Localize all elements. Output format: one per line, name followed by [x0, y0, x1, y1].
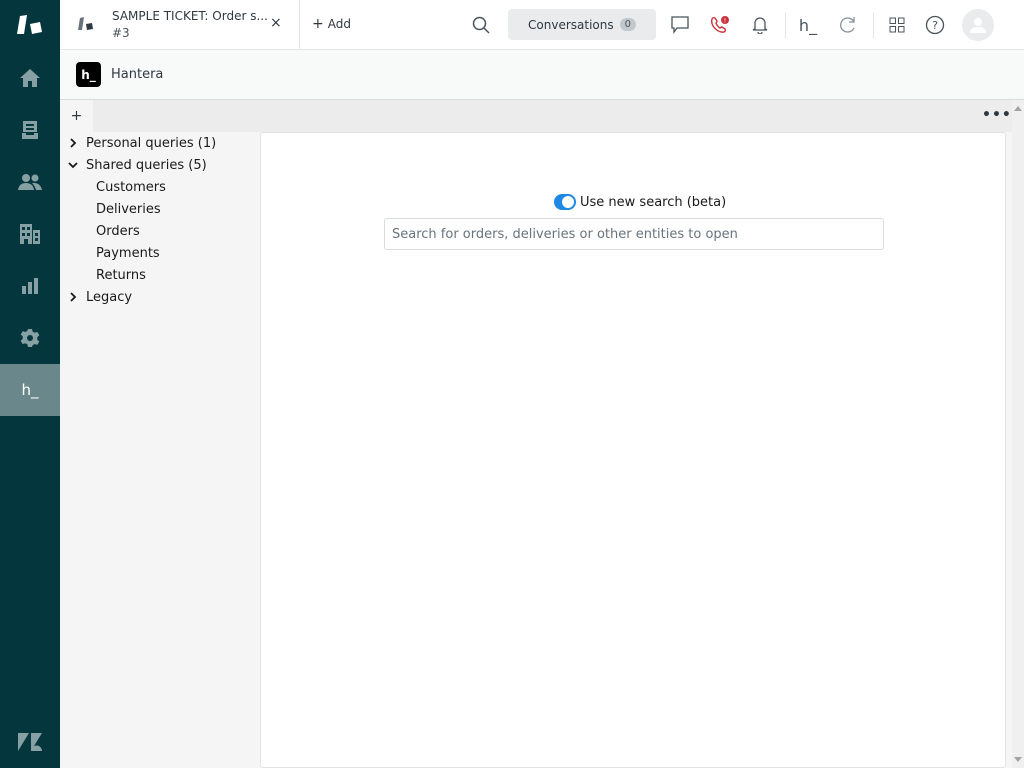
apps-button[interactable] — [884, 12, 910, 38]
help-button[interactable]: ? — [922, 12, 948, 38]
refresh-icon — [840, 17, 855, 33]
chevron-down-icon — [60, 161, 86, 169]
tree-item-customers[interactable]: Customers — [60, 176, 260, 198]
zendesk-product-logo[interactable] — [0, 0, 60, 50]
tree-item-orders[interactable]: Orders — [60, 220, 260, 242]
building-icon — [20, 224, 40, 244]
ticket-tab[interactable]: SAMPLE TICKET: Order s... #3 × — [60, 0, 300, 49]
tree-item-payments[interactable]: Payments — [60, 242, 260, 264]
chevron-right-icon — [60, 138, 86, 148]
chat-button[interactable] — [667, 12, 693, 38]
hantera-top-button[interactable]: h_ — [795, 12, 821, 38]
talk-button[interactable]: ! — [707, 12, 733, 38]
bell-icon — [752, 17, 768, 34]
gear-icon — [20, 329, 40, 347]
more-options-button[interactable]: ••• — [982, 107, 1012, 123]
workspace: + ••• Personal queries (1) Shared querie… — [60, 100, 1012, 768]
tree-item-legacy[interactable]: Legacy — [60, 286, 260, 308]
top-bar: SAMPLE TICKET: Order s... #3 × + Add Con… — [60, 0, 1024, 50]
home-icon — [20, 69, 40, 87]
rail-views[interactable] — [0, 104, 60, 156]
svg-text:?: ? — [932, 19, 938, 32]
chat-icon — [671, 16, 689, 34]
hantera-logo: h_ — [76, 62, 101, 87]
inbox-icon — [22, 121, 38, 139]
rail-home[interactable] — [0, 52, 60, 104]
query-tree: Personal queries (1) Shared queries (5) … — [60, 132, 260, 308]
ticket-icon — [78, 17, 93, 30]
notifications-button[interactable] — [747, 12, 773, 38]
hantera-icon: h_ — [21, 381, 39, 399]
tree-item-shared-queries[interactable]: Shared queries (5) — [60, 154, 260, 176]
search-panel: Use new search (beta) — [260, 132, 1006, 768]
user-icon — [970, 18, 986, 33]
close-tab-icon[interactable]: × — [270, 15, 282, 31]
help-icon: ? — [925, 15, 945, 35]
tree-item-label: Personal queries (1) — [86, 135, 217, 151]
new-search-toggle[interactable] — [554, 194, 576, 210]
divider — [785, 12, 786, 38]
scroll-up-arrow-icon[interactable] — [1014, 106, 1022, 111]
hantera-top-icon: h_ — [798, 15, 818, 35]
app-name: Hantera — [111, 67, 164, 82]
grid-icon — [889, 17, 905, 33]
phone-alert-icon: ! — [710, 16, 729, 33]
conversations-button[interactable]: Conversations 0 — [508, 9, 656, 40]
tab-ticket-number: #3 — [112, 26, 130, 40]
workspace-tab-strip: + ••• — [60, 100, 1012, 132]
tree-item-personal-queries[interactable]: Personal queries (1) — [60, 132, 260, 154]
rail-hantera-app[interactable]: h_ — [0, 364, 60, 416]
vertical-scrollbar[interactable] — [1012, 100, 1024, 768]
tree-item-label: Shared queries (5) — [86, 157, 207, 173]
tree-item-label: Legacy — [86, 289, 133, 305]
zendesk-icon — [18, 733, 42, 751]
rail-reporting[interactable] — [0, 260, 60, 312]
bar-chart-icon — [22, 278, 38, 294]
chevron-right-icon — [60, 292, 86, 302]
rail-zendesk-brand — [0, 716, 60, 768]
divider — [873, 12, 874, 38]
plus-icon: + — [312, 16, 324, 32]
entity-search-input[interactable] — [384, 218, 884, 250]
new-search-toggle-label: Use new search (beta) — [580, 194, 727, 210]
tree-item-deliveries[interactable]: Deliveries — [60, 198, 260, 220]
add-label: Add — [327, 17, 351, 31]
tree-item-returns[interactable]: Returns — [60, 264, 260, 286]
rail-customers[interactable] — [0, 156, 60, 208]
tab-title: SAMPLE TICKET: Order s... — [112, 9, 268, 23]
new-search-toggle-row: Use new search (beta) — [554, 194, 726, 210]
scroll-down-arrow-icon[interactable] — [1014, 757, 1022, 762]
user-avatar[interactable] — [962, 9, 994, 41]
refresh-button[interactable] — [835, 12, 861, 38]
add-tab-button[interactable]: + Add — [312, 16, 351, 32]
search-button[interactable] — [468, 12, 494, 38]
app-header: h_ Hantera — [60, 50, 1024, 100]
rail-organizations[interactable] — [0, 208, 60, 260]
new-tab-button[interactable]: + — [60, 100, 93, 132]
call-alert-badge: ! — [724, 18, 726, 25]
rail-admin[interactable] — [0, 312, 60, 364]
zendesk-logo-icon — [17, 15, 42, 34]
conversations-label: Conversations — [528, 17, 614, 32]
conversations-count-badge: 0 — [619, 18, 636, 31]
users-icon — [18, 174, 42, 190]
product-rail: h_ — [0, 0, 60, 768]
search-icon — [472, 16, 490, 34]
